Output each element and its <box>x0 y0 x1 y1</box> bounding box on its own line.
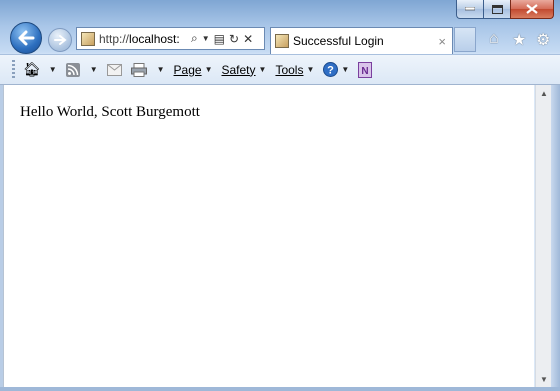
window-right-border <box>551 85 560 391</box>
scroll-up-icon[interactable]: ▲ <box>540 89 548 98</box>
tab-favicon-icon <box>275 34 289 48</box>
tab-successful-login[interactable]: Successful Login × <box>270 27 453 54</box>
chevron-down-icon[interactable]: ▼ <box>90 65 98 74</box>
stop-icon[interactable]: ✕ <box>243 32 253 46</box>
tab-title: Successful Login <box>293 34 384 48</box>
compatibility-icon[interactable]: ▤ <box>214 32 225 46</box>
greeting-text: Hello World, Scott Burgemott <box>20 104 200 120</box>
chevron-down-icon: ▼ <box>258 65 267 74</box>
rss-feed-icon <box>65 62 80 77</box>
close-window-button[interactable] <box>510 0 554 19</box>
minimize-icon <box>465 7 475 11</box>
page-favicon-icon <box>81 31 95 46</box>
toolbar-grip[interactable] <box>12 59 15 80</box>
maximize-icon <box>491 4 503 14</box>
tools-gear-icon[interactable]: ⚙ <box>536 30 550 50</box>
back-arrow-icon <box>18 30 35 46</box>
chevron-down-icon: ▼ <box>306 65 315 74</box>
home-icon[interactable]: ⌂ <box>489 30 499 48</box>
read-mail-button[interactable] <box>106 63 122 76</box>
tools-menu-label: Tools <box>275 62 304 77</box>
command-bar: 🏠︎ ▼ ▼ ▼ Page ▼ Safety ▼ Tools ▼ ? ▼ N <box>0 54 560 85</box>
tab-close-icon[interactable]: × <box>438 34 446 49</box>
browser-window: http://localhost: ⌕ ▼ ▤ ↻ ✕ Successful L… <box>0 0 560 391</box>
chevron-down-icon[interactable]: ▼ <box>157 65 165 74</box>
search-icon[interactable]: ⌕ <box>191 31 198 46</box>
home-button[interactable]: 🏠︎ ▼ <box>23 61 57 78</box>
forward-button[interactable] <box>48 28 72 52</box>
window-bottom-border <box>0 387 560 391</box>
tools-menu[interactable]: Tools ▼ <box>275 63 314 77</box>
window-caption-buttons <box>456 0 554 20</box>
feeds-button[interactable]: ▼ <box>65 62 98 77</box>
scroll-down-icon[interactable]: ▼ <box>540 375 548 384</box>
onenote-button[interactable]: N <box>358 61 373 78</box>
svg-text:N: N <box>362 66 369 77</box>
help-icon: ? <box>323 62 339 77</box>
maximize-button[interactable] <box>483 0 510 19</box>
chevron-down-icon: ▼ <box>204 65 213 74</box>
page-menu[interactable]: Page ▼ <box>174 63 213 77</box>
close-icon <box>526 4 538 14</box>
minimize-button[interactable] <box>456 0 483 19</box>
svg-text:?: ? <box>328 65 335 77</box>
page-menu-label: Page <box>173 62 202 77</box>
chevron-down-icon[interactable]: ▼ <box>341 65 349 74</box>
safety-menu-label: Safety <box>221 62 256 77</box>
forward-arrow-icon <box>54 35 67 45</box>
url-host: localhost: <box>129 31 180 46</box>
home-icon: 🏠︎ <box>23 61 41 77</box>
vertical-scrollbar[interactable]: ▲ ▼ <box>535 85 551 388</box>
page-content: Hello World, Scott Burgemott <box>3 85 534 388</box>
address-url[interactable]: http://localhost: <box>99 32 187 46</box>
mail-icon <box>106 63 122 76</box>
dropdown-icon[interactable]: ▼ <box>202 34 210 43</box>
safety-menu[interactable]: Safety ▼ <box>222 63 267 77</box>
address-bar[interactable]: http://localhost: ⌕ ▼ ▤ ↻ ✕ <box>76 27 265 50</box>
favorites-star-icon[interactable]: ★ <box>512 30 526 50</box>
url-prefix: http:// <box>99 31 130 46</box>
new-tab-button[interactable] <box>454 27 476 52</box>
help-button[interactable]: ? ▼ <box>323 62 349 77</box>
back-button[interactable] <box>10 22 42 54</box>
onenote-icon: N <box>358 61 373 78</box>
printer-icon <box>130 62 147 77</box>
print-button[interactable]: ▼ <box>130 62 165 77</box>
chevron-down-icon[interactable]: ▼ <box>49 65 57 74</box>
refresh-icon[interactable]: ↻ <box>229 32 239 46</box>
